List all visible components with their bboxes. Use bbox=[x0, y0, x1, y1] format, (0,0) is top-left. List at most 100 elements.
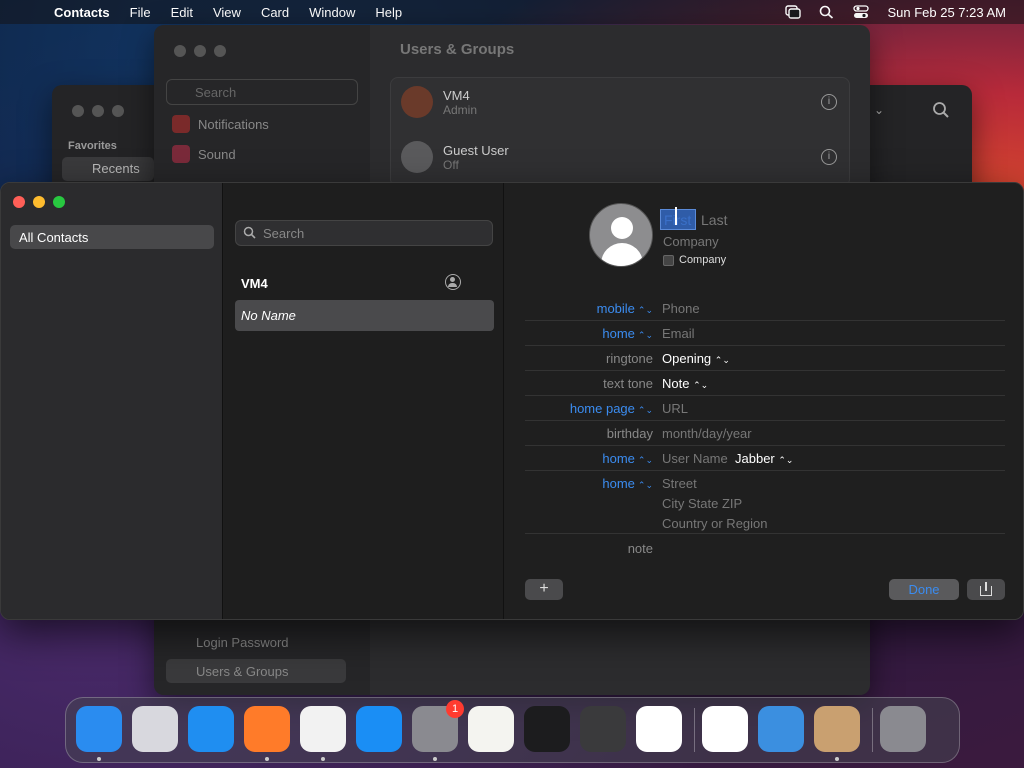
close-button[interactable] bbox=[13, 196, 25, 208]
dock-separator bbox=[694, 708, 695, 752]
first-name-field[interactable]: First bbox=[660, 209, 696, 230]
control-center-icon[interactable] bbox=[853, 5, 870, 19]
company-field[interactable]: Company bbox=[663, 234, 719, 249]
launchpad-icon[interactable] bbox=[132, 706, 178, 752]
sidebar-item-notifications[interactable]: Notifications bbox=[172, 115, 269, 133]
spotlight-search-icon[interactable] bbox=[819, 5, 835, 19]
firefox-icon[interactable] bbox=[244, 706, 290, 752]
window-traffic-lights bbox=[13, 196, 65, 208]
finder-search-icon[interactable] bbox=[932, 101, 950, 124]
notification-badge: 1 bbox=[446, 700, 464, 718]
company-checkbox[interactable]: Company bbox=[663, 254, 726, 266]
user-row-guest[interactable]: Guest User Off i bbox=[401, 141, 841, 173]
birthday-row: birthday month/day/year bbox=[525, 421, 1005, 446]
country-field[interactable]: Country or Region bbox=[662, 516, 768, 531]
text-tone-popup[interactable]: Note ⌃⌄ bbox=[662, 376, 708, 391]
email-type-selector[interactable]: home ⌃⌄ bbox=[525, 326, 653, 341]
visual-studio-icon[interactable] bbox=[702, 706, 748, 752]
url-type-selector[interactable]: home page ⌃⌄ bbox=[525, 401, 653, 416]
im-service-popup[interactable]: Jabber ⌃⌄ bbox=[735, 451, 793, 466]
ringtone-label: ringtone bbox=[606, 351, 653, 366]
share-button[interactable] bbox=[967, 579, 1005, 600]
menu-help[interactable]: Help bbox=[365, 5, 412, 20]
note-label: note bbox=[627, 541, 653, 556]
avatar bbox=[401, 86, 433, 118]
search-icon bbox=[243, 226, 256, 242]
address-row: home ⌃⌄ Street City State ZIP Country or … bbox=[525, 471, 1005, 534]
phone-type-selector[interactable]: mobile ⌃⌄ bbox=[525, 301, 653, 316]
zoom-button[interactable] bbox=[53, 196, 65, 208]
user-name: VM4 bbox=[443, 87, 470, 103]
running-indicator bbox=[835, 757, 839, 761]
phone-field[interactable]: Phone bbox=[662, 301, 700, 316]
user-role: Off bbox=[443, 157, 459, 172]
menu-datetime[interactable]: Sun Feb 25 7:23 AM bbox=[887, 5, 1006, 20]
gear-icon[interactable]: 1 bbox=[412, 700, 464, 752]
menu-edit[interactable]: Edit bbox=[161, 5, 203, 20]
contacts-icon[interactable] bbox=[814, 706, 860, 752]
info-icon[interactable]: i bbox=[821, 94, 837, 110]
info-icon[interactable]: i bbox=[821, 149, 837, 165]
instant-message-row: home ⌃⌄ User Name Jabber ⌃⌄ bbox=[525, 446, 1005, 471]
sidebar-item-login-password[interactable]: Login Password bbox=[166, 630, 346, 654]
checkbox-box[interactable] bbox=[663, 254, 674, 266]
running-indicator bbox=[265, 757, 269, 761]
vscode-icon[interactable] bbox=[636, 706, 682, 752]
chevron-down-icon[interactable]: ⌄ bbox=[874, 103, 884, 117]
text-tone-row: text tone Note ⌃⌄ bbox=[525, 371, 1005, 396]
url-field[interactable]: URL bbox=[662, 401, 688, 416]
phone-row: mobile ⌃⌄ Phone bbox=[525, 296, 1005, 321]
birthday-label: birthday bbox=[606, 426, 653, 441]
settings-traffic-lights bbox=[174, 45, 226, 57]
menu-view[interactable]: View bbox=[203, 5, 251, 20]
contact-avatar[interactable] bbox=[589, 203, 653, 267]
email-row: home ⌃⌄ Email bbox=[525, 321, 1005, 346]
city-state-zip-field[interactable]: City State ZIP bbox=[662, 496, 742, 511]
menu-bar: Contacts File Edit View Card Window Help… bbox=[0, 0, 1024, 24]
contacts-search-input[interactable]: Search bbox=[235, 220, 493, 246]
email-field[interactable]: Email bbox=[662, 326, 695, 341]
menu-window[interactable]: Window bbox=[299, 5, 365, 20]
list-item-selected-contact[interactable]: No Name bbox=[235, 300, 494, 331]
contacts-list-pane: Search VM4 No Name bbox=[224, 183, 504, 619]
guitar-icon[interactable] bbox=[580, 706, 626, 752]
contact-card-editor: First Last Company Company mobile ⌃⌄ Phon… bbox=[505, 183, 1023, 619]
finder-recents-item[interactable]: Recents bbox=[62, 157, 154, 181]
im-username-field[interactable]: User Name bbox=[662, 451, 728, 466]
birthday-field[interactable]: month/day/year bbox=[662, 426, 752, 441]
settings-search-input[interactable]: Search bbox=[166, 79, 358, 105]
finder-traffic-lights bbox=[72, 105, 124, 117]
finder-icon[interactable] bbox=[76, 706, 122, 752]
trash-icon[interactable] bbox=[880, 706, 926, 752]
notifications-icon bbox=[172, 115, 190, 133]
minimize-button[interactable] bbox=[33, 196, 45, 208]
menu-file[interactable]: File bbox=[120, 5, 161, 20]
sidebar-item-users-groups[interactable]: Users & Groups bbox=[166, 659, 346, 683]
url-row: home page ⌃⌄ URL bbox=[525, 396, 1005, 421]
menu-card[interactable]: Card bbox=[251, 5, 299, 20]
contacts-window[interactable]: All Contacts Search VM4 No Name First La… bbox=[0, 182, 1024, 620]
sound-icon bbox=[172, 145, 190, 163]
done-button[interactable]: Done bbox=[889, 579, 959, 600]
weather-icon[interactable] bbox=[758, 706, 804, 752]
safari-icon[interactable] bbox=[188, 706, 234, 752]
menu-app-name[interactable]: Contacts bbox=[42, 5, 120, 20]
ringtone-popup[interactable]: Opening ⌃⌄ bbox=[662, 351, 730, 366]
running-indicator bbox=[321, 757, 325, 761]
sidebar-item-sound[interactable]: Sound bbox=[172, 145, 236, 163]
chrome-icon[interactable] bbox=[300, 706, 346, 752]
sidebar-item-all-contacts[interactable]: All Contacts bbox=[10, 225, 214, 249]
address-type-selector[interactable]: home ⌃⌄ bbox=[525, 476, 653, 491]
app-store-icon[interactable] bbox=[356, 706, 402, 752]
last-name-field[interactable]: Last bbox=[701, 212, 727, 228]
textedit-icon[interactable] bbox=[468, 706, 514, 752]
street-field[interactable]: Street bbox=[662, 476, 697, 491]
add-field-button[interactable]: + bbox=[525, 579, 563, 600]
screen-mirroring-icon[interactable] bbox=[785, 5, 802, 19]
my-card-icon bbox=[445, 274, 461, 290]
user-row-vm4[interactable]: VM4 Admin i bbox=[401, 86, 841, 118]
avatar bbox=[401, 141, 433, 173]
im-type-selector[interactable]: home ⌃⌄ bbox=[525, 451, 653, 466]
terminal-icon[interactable] bbox=[524, 706, 570, 752]
user-role: Admin bbox=[443, 102, 478, 117]
